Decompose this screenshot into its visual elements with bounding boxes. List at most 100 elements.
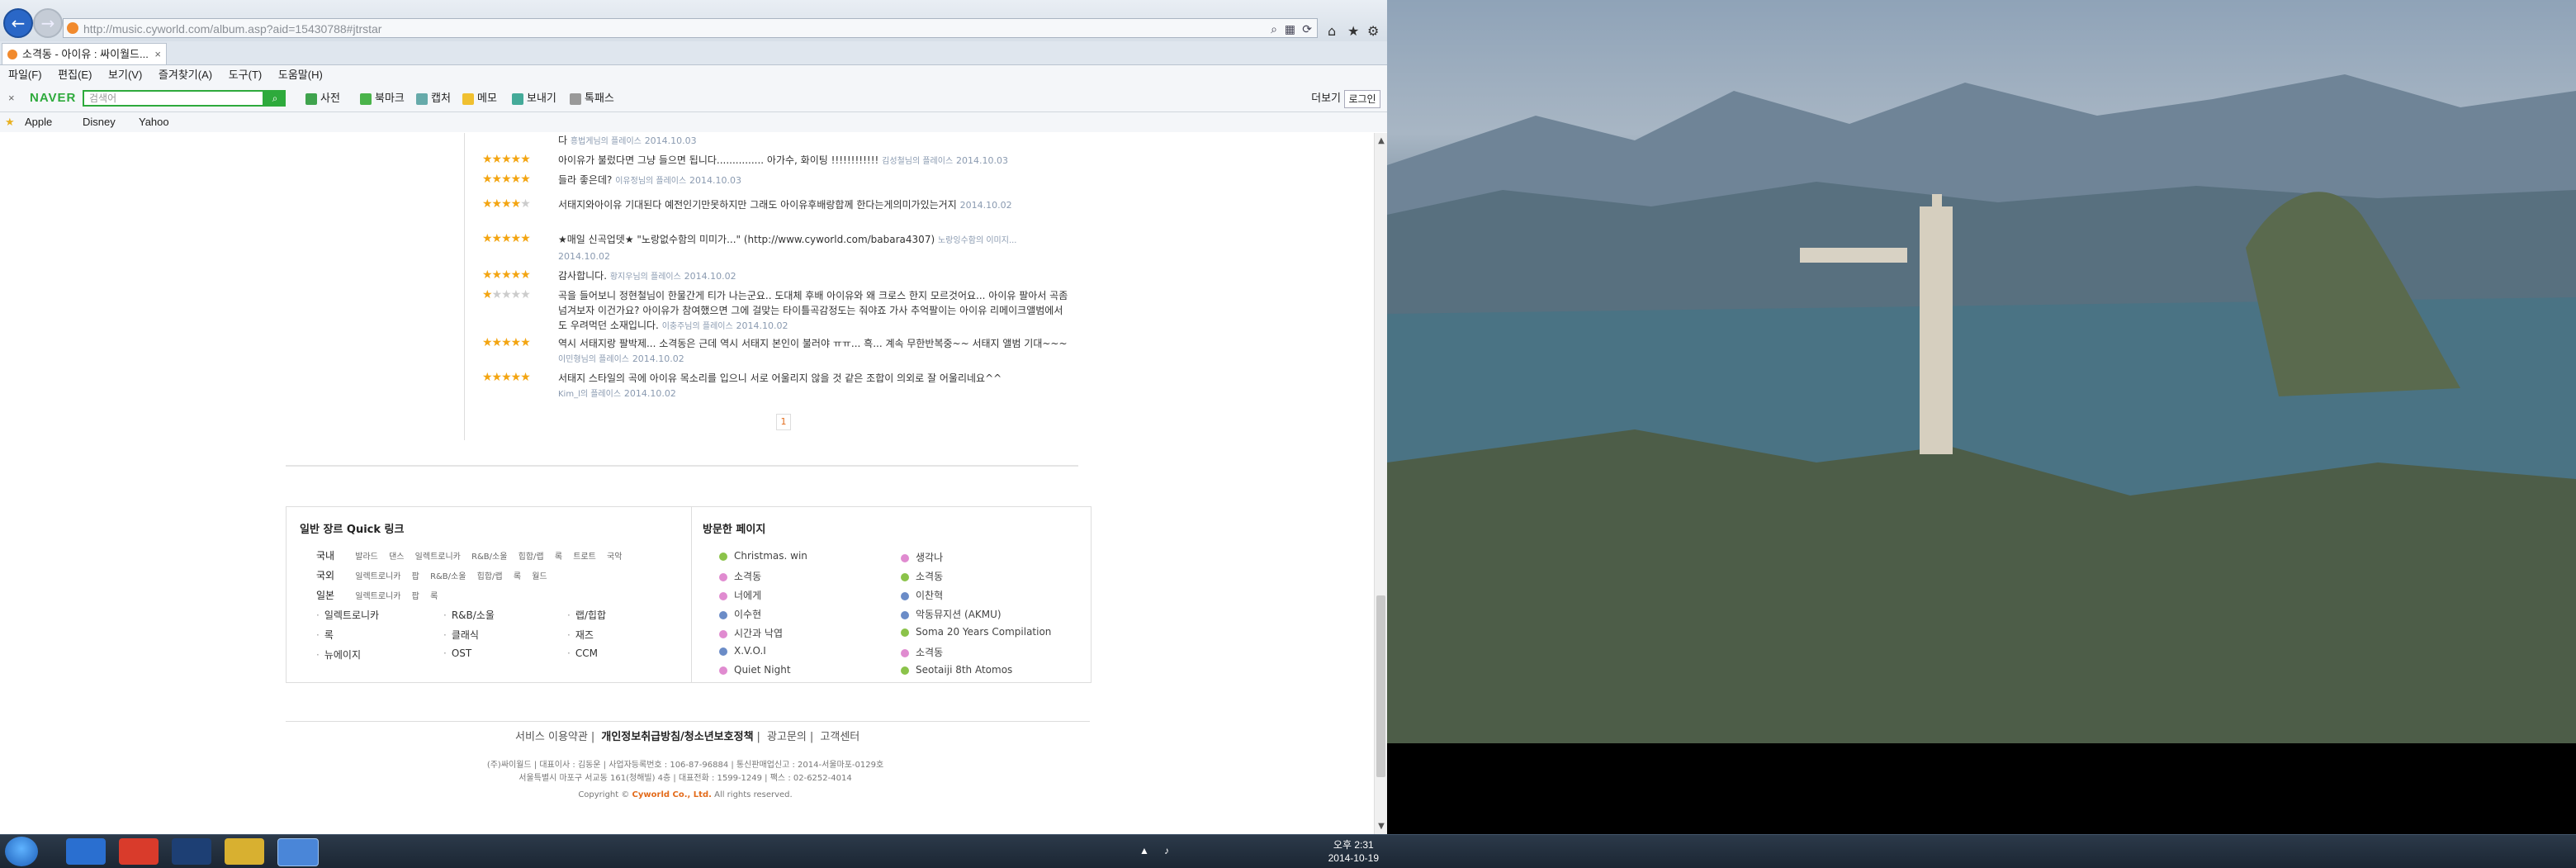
genre-link[interactable]: 록 — [316, 628, 334, 642]
genre-link[interactable]: 트로트 — [573, 553, 596, 562]
close-icon[interactable]: × — [154, 44, 161, 65]
naver-logo[interactable]: NAVER — [30, 85, 76, 111]
visited-link[interactable]: Quiet Night — [719, 664, 791, 676]
visited-link[interactable]: Soma 20 Years Compilation — [901, 626, 1051, 638]
messenger-icon[interactable] — [225, 838, 264, 865]
menu-help[interactable]: 도움말(H) — [278, 69, 323, 81]
back-button[interactable]: ← — [3, 8, 33, 38]
visited-link[interactable]: Seotaiji 8th Atomos — [901, 664, 1012, 676]
visited-link[interactable]: 이수현 — [719, 607, 761, 621]
refresh-icon[interactable]: ⟳ — [1302, 19, 1312, 39]
login-button[interactable]: 로그인 — [1344, 90, 1380, 108]
bookmark-button[interactable]: 북마크 — [360, 85, 405, 111]
menu-view[interactable]: 보기(V) — [108, 69, 142, 81]
ie-active-icon[interactable] — [277, 838, 319, 866]
naver-search-input[interactable]: 검색어 — [83, 90, 264, 107]
genre-link[interactable]: 록 — [514, 572, 521, 581]
clock[interactable]: 오후 2:31 2014-10-19 — [1328, 838, 1379, 865]
genre-category[interactable]: 국외 — [316, 570, 334, 581]
visited-link[interactable]: Christmas. win — [719, 550, 807, 562]
send-button[interactable]: 보내기 — [512, 85, 556, 111]
genre-link[interactable]: CCM — [567, 647, 598, 659]
visited-link[interactable]: X.V.O.I — [719, 645, 766, 657]
footer-link-terms[interactable]: 서비스 이용약관 — [515, 731, 588, 743]
visited-link[interactable]: 소격동 — [901, 645, 943, 659]
visited-link[interactable]: 소격동 — [901, 569, 943, 583]
volume-icon[interactable]: ♪ — [1164, 845, 1169, 856]
genre-link[interactable]: OST — [443, 647, 471, 659]
favorites-star-icon[interactable]: ★ — [1347, 23, 1359, 39]
genre-link[interactable]: 록 — [430, 592, 438, 601]
genre-link[interactable]: 힙합/랩 — [519, 553, 544, 562]
start-button[interactable] — [5, 837, 38, 866]
talkpass-button[interactable]: 톡패스 — [570, 85, 614, 111]
search-icon[interactable]: ⌕ — [1271, 19, 1277, 39]
genre-link[interactable]: 댄스 — [389, 553, 404, 562]
scrollbar-thumb[interactable] — [1376, 595, 1385, 777]
app-icon[interactable] — [119, 838, 159, 865]
genre-link[interactable]: 팝 — [412, 592, 419, 601]
genre-link[interactable]: R&B/소울 — [430, 572, 466, 581]
genre-link[interactable]: 힙합/랩 — [477, 572, 503, 581]
genre-link[interactable]: 록 — [555, 553, 562, 562]
genre-link[interactable]: 클래식 — [443, 628, 479, 642]
genre-link[interactable]: 월드 — [532, 572, 547, 581]
forward-button[interactable]: → — [33, 8, 63, 38]
comment-author[interactable]: 황지우님의 플레이스 — [610, 273, 681, 282]
footer-link-support[interactable]: 고객센터 — [820, 731, 859, 743]
comment-author[interactable]: 이유정님의 플레이스 — [615, 177, 686, 186]
genre-link[interactable]: 발라드 — [355, 553, 378, 562]
genre-link[interactable]: R&B/소울 — [443, 608, 495, 622]
visited-link[interactable]: 생각나 — [901, 550, 943, 564]
genre-link[interactable]: 랩/힙합 — [567, 608, 606, 622]
network-icon[interactable]: ▲ — [1139, 845, 1149, 856]
tab-active[interactable]: 소격동 - 아이유 : 싸이월드... × — [2, 43, 167, 64]
menu-file[interactable]: 파일(F) — [8, 69, 42, 81]
visited-link[interactable]: 이찬혁 — [901, 588, 943, 602]
genre-category[interactable]: 일본 — [316, 590, 334, 601]
close-icon[interactable]: × — [8, 85, 15, 111]
favorite-yahoo[interactable]: Yahoo — [139, 112, 169, 132]
genre-link[interactable]: 일렉트로니카 — [355, 592, 400, 601]
compat-icon[interactable]: ▦ — [1285, 19, 1295, 39]
genre-link[interactable]: 재즈 — [567, 628, 594, 642]
comment-author[interactable]: 김성철님의 플레이스 — [882, 157, 953, 166]
genre-link[interactable]: 팝 — [412, 572, 419, 581]
home-icon[interactable]: ⌂ — [1328, 23, 1336, 39]
vertical-scrollbar[interactable]: ▲ ▼ — [1374, 133, 1387, 834]
scroll-up-icon[interactable]: ▲ — [1375, 136, 1387, 145]
page-number[interactable]: 1 — [776, 414, 791, 430]
capture-button[interactable]: 캡처 — [416, 85, 451, 111]
visited-link[interactable]: 소격동 — [719, 569, 761, 583]
search-button[interactable]: ⌕ — [264, 90, 286, 107]
menu-favorites[interactable]: 즐겨찾기(A) — [159, 69, 212, 81]
genre-link[interactable]: 일렉트로니카 — [415, 553, 461, 562]
comment-author[interactable]: 이민형님의 플레이스 — [558, 355, 629, 364]
ie-icon[interactable] — [66, 838, 106, 865]
comment-author[interactable]: Kim_l의 플레이스 — [558, 390, 621, 399]
genre-category[interactable]: 국내 — [316, 550, 334, 562]
scroll-down-icon[interactable]: ▼ — [1375, 822, 1387, 831]
visited-link[interactable]: 시간과 낙엽 — [719, 626, 783, 640]
favorite-disney[interactable]: Disney — [83, 112, 116, 132]
menu-tools[interactable]: 도구(T) — [229, 69, 263, 81]
comment-author[interactable]: 흥법게님의 플레이스 — [571, 137, 642, 146]
visited-link[interactable]: 악동뮤지션 (AKMU) — [901, 607, 1002, 621]
address-input[interactable]: http://music.cyworld.com/album.asp?aid=1… — [63, 18, 1318, 38]
footer-link-ads[interactable]: 광고문의 — [767, 731, 807, 743]
comment-author[interactable]: 이충주님의 플레이스 — [662, 322, 733, 331]
menu-edit[interactable]: 편집(E) — [58, 69, 92, 81]
genre-link[interactable]: 뉴에이지 — [316, 647, 361, 662]
memo-button[interactable]: 메모 — [462, 85, 497, 111]
visited-link[interactable]: 너에게 — [719, 588, 761, 602]
comment-author[interactable]: 노랑잉수함의 이미지... — [938, 236, 1017, 245]
footer-link-privacy[interactable]: 개인정보취급방침/청소년보호정책 — [601, 731, 753, 743]
more-button[interactable]: 더보기 — [1311, 85, 1341, 111]
favorite-apple[interactable]: Apple — [25, 112, 52, 132]
genre-link[interactable]: 일렉트로니카 — [316, 608, 379, 622]
genre-link[interactable]: R&B/소울 — [471, 553, 507, 562]
genre-link[interactable]: 국악 — [607, 553, 622, 562]
photoshop-icon[interactable] — [172, 838, 211, 865]
dictionary-button[interactable]: 사전 — [305, 85, 340, 111]
genre-link[interactable]: 일렉트로니카 — [355, 572, 400, 581]
